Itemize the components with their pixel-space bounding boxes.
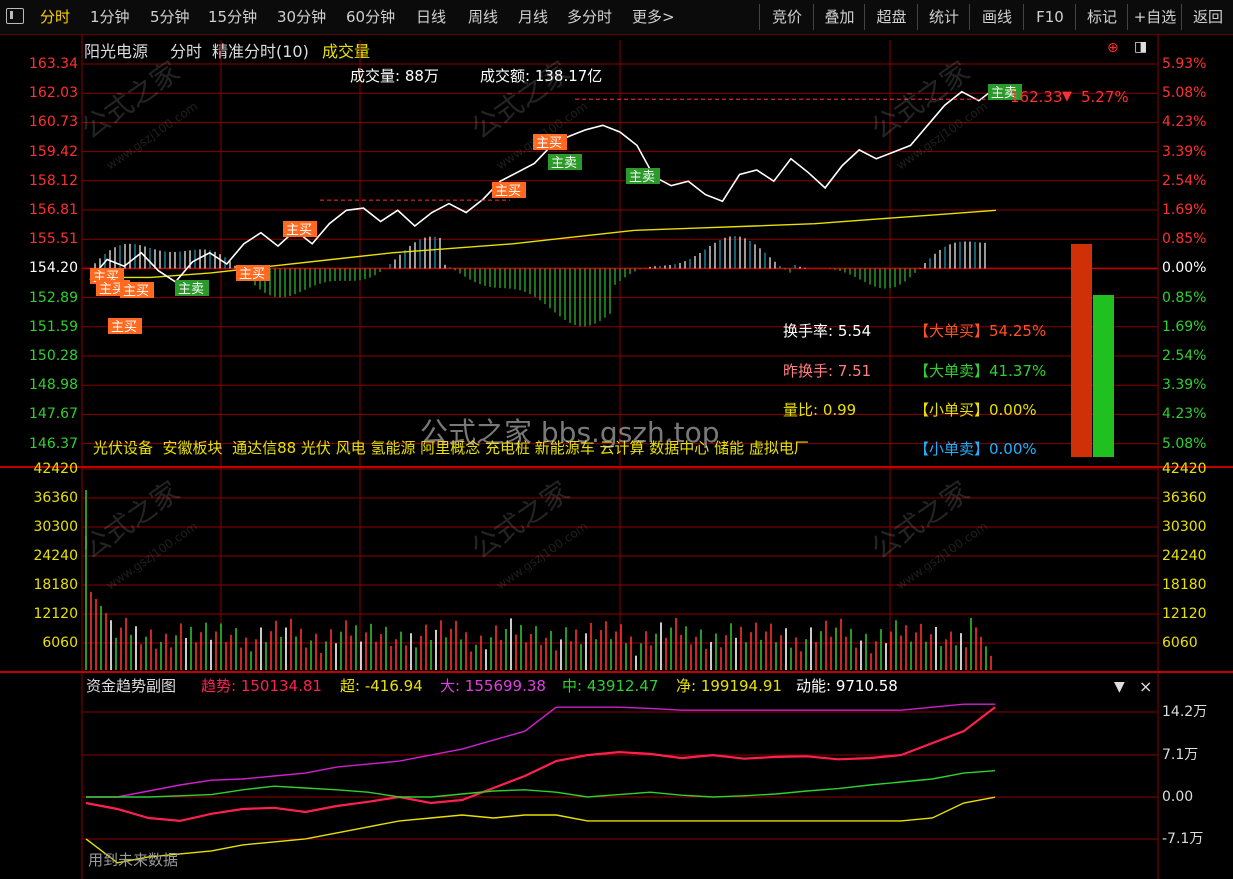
leftAxis-tick: 162.03: [29, 85, 78, 102]
rightAxis-tick: 0.00%: [1162, 260, 1207, 277]
volAxisL-tick: 30300: [33, 519, 78, 535]
big-buy-stat: 【大单买】54.25%: [914, 322, 1047, 340]
turnover-stat: 换手率: 5.54: [783, 322, 872, 340]
signal-tag-label: 主买: [495, 184, 521, 199]
leftAxis-tick: 148.98: [29, 377, 78, 394]
volAxisL-tick: 36360: [33, 490, 78, 506]
signal-tag-label: 主卖: [551, 156, 577, 171]
net-value: 净: 199194.91: [676, 677, 782, 695]
avg-price-line: [90, 209, 997, 279]
volume-ratio-stat: 量比: 0.99: [783, 401, 857, 419]
super-value: 超: -416.94: [340, 677, 423, 695]
volAxisR-tick: 30300: [1162, 519, 1207, 535]
sub-line-1: [86, 703, 995, 798]
small-buy-stat: 【小单买】0.00%: [914, 401, 1037, 419]
signal-tag-label: 主卖: [629, 170, 655, 185]
volAxisR-tick: 6060: [1162, 635, 1198, 651]
big-sell-stat: 【大单卖】41.37%: [914, 362, 1047, 380]
rightAxis-tick: 0.85%: [1162, 289, 1207, 306]
rightAxis-tick: 3.39%: [1162, 377, 1207, 394]
volAxisL-tick: 12120: [33, 606, 78, 622]
volAxisL-tick: 6060: [42, 635, 78, 651]
sub-close-icon[interactable]: ×: [1139, 677, 1152, 696]
change-percent: 5.27%: [1081, 88, 1129, 106]
leftAxis-tick: 146.37: [29, 435, 78, 452]
leftAxis-tick: 151.59: [29, 318, 78, 335]
volAxisR-tick: 24240: [1162, 548, 1207, 564]
big-sell-bar: [1093, 295, 1114, 457]
sub-axis-tick: 7.1万: [1162, 747, 1199, 763]
rightAxis-tick: 0.85%: [1162, 231, 1207, 248]
big-value: 大: 155699.38: [440, 677, 546, 695]
sub-axis-tick: 0.00: [1162, 789, 1194, 805]
rightAxis-tick: 5.08%: [1162, 85, 1207, 102]
leftAxis-tick: 154.20: [29, 260, 78, 277]
sub-title[interactable]: 资金趋势副图: [86, 678, 176, 694]
amount-label: 成交额: 138.17亿: [480, 67, 603, 85]
change-arrow: ▼: [1062, 89, 1072, 104]
signal-tag-label: 主买: [286, 223, 312, 238]
leftAxis-tick: 156.81: [29, 202, 78, 218]
sub-line-0: [85, 706, 996, 823]
sub-menu-icon[interactable]: ▼: [1114, 679, 1125, 695]
rightAxis-tick: 1.69%: [1162, 318, 1207, 335]
volAxisR-tick: 18180: [1162, 577, 1207, 593]
leftAxis-tick: 147.67: [29, 406, 78, 423]
volAxisL-tick: 24240: [33, 548, 78, 564]
rightAxis-tick: 5.08%: [1162, 435, 1207, 452]
sub-line-2: [86, 770, 996, 798]
rightAxis-tick: 1.69%: [1162, 202, 1207, 218]
volAxisL-tick: 18180: [33, 577, 78, 593]
future-data-note: 用到未来数据: [88, 851, 179, 869]
rightAxis-tick: 4.23%: [1162, 114, 1207, 131]
leftAxis-tick: 159.42: [29, 143, 78, 160]
prev-turnover-stat: 昨换手: 7.51: [783, 362, 872, 380]
signal-tag-label: 主买: [239, 267, 265, 282]
volume-label: 成交量: 88万: [350, 67, 439, 85]
leftAxis-tick: 160.73: [29, 114, 78, 131]
momentum-value: 动能: 9710.58: [796, 677, 898, 695]
small-sell-stat: 【小单卖】0.00%: [914, 440, 1037, 458]
sub-line-3: [85, 796, 996, 864]
rightAxis-tick: 2.54%: [1162, 348, 1207, 364]
volAxisL-tick: 42420: [33, 461, 78, 477]
mid-value: 中: 43912.47: [562, 677, 659, 695]
rightAxis-tick: 5.93%: [1162, 56, 1207, 72]
volAxisR-tick: 36360: [1162, 490, 1207, 506]
leftAxis-tick: 152.89: [29, 289, 78, 306]
rightAxis-tick: 2.54%: [1162, 172, 1207, 189]
rightAxis-tick: 4.23%: [1162, 406, 1207, 423]
signal-tag-label: 主卖: [178, 282, 204, 297]
sub-axis-tick: -7.1万: [1162, 831, 1204, 847]
trend-value: 趋势: 150134.81: [201, 677, 322, 695]
volAxisR-tick: 12120: [1162, 606, 1207, 622]
rightAxis-tick: 3.39%: [1162, 143, 1207, 160]
signal-tag-label: 主买: [111, 320, 137, 335]
leftAxis-tick: 158.12: [29, 172, 78, 189]
volAxisR-tick: 42420: [1162, 461, 1207, 477]
leftAxis-tick: 155.51: [29, 231, 78, 248]
leftAxis-tick: 163.34: [29, 56, 78, 72]
signal-tag-label: 主买: [123, 284, 149, 299]
leftAxis-tick: 150.28: [29, 348, 78, 364]
sub-axis-tick: 14.2万: [1162, 704, 1208, 720]
current-price: 162.33: [1010, 88, 1063, 106]
big-buy-bar: [1071, 244, 1092, 457]
price-line: [89, 86, 997, 283]
watermark: 公式之家 bbs.gszh.top: [420, 416, 720, 449]
